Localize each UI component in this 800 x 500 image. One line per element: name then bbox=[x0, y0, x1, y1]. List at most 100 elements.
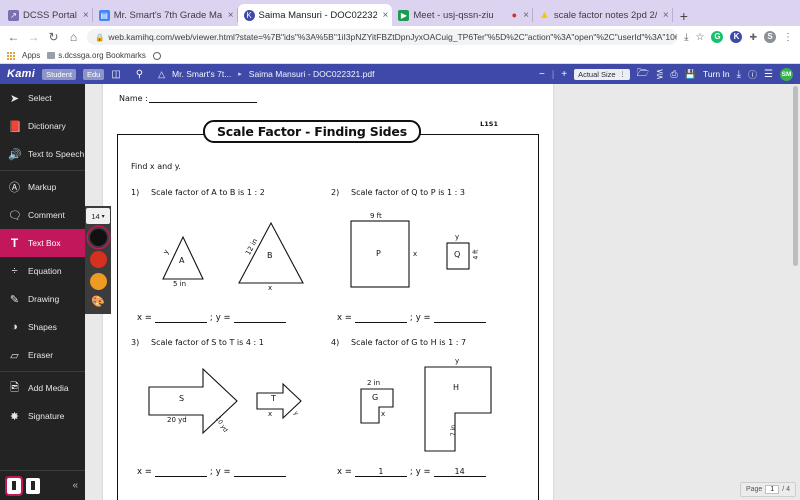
browser-tab[interactable]: ▤ Mr. Smart's 7th Grade Math 2n × bbox=[93, 4, 238, 26]
tool-text-box[interactable]: T Text Box bbox=[0, 229, 85, 257]
tab-close-icon[interactable]: × bbox=[381, 10, 389, 21]
page-status-bar: Page 1 / 4 bbox=[739, 482, 796, 497]
large-top-label: 9 ft bbox=[370, 212, 382, 220]
tab-divider bbox=[671, 8, 673, 22]
problem-prompt-row: 2) Scale factor of Q to P is 1 : 3 bbox=[331, 188, 531, 197]
x-answer-input[interactable] bbox=[354, 312, 407, 323]
font-size-select[interactable]: 14 ▾ bbox=[86, 208, 110, 224]
print-icon[interactable]: ⎙ bbox=[671, 69, 678, 80]
back-icon[interactable]: ← bbox=[7, 30, 20, 44]
zoom-in-button[interactable]: + bbox=[561, 69, 567, 80]
vertical-scrollbar[interactable] bbox=[793, 86, 798, 266]
browser-tab[interactable]: ↗ DCSS Portal × bbox=[2, 4, 93, 26]
turn-in-button[interactable]: Turn In bbox=[703, 69, 730, 79]
apps-grid-icon[interactable] bbox=[7, 51, 15, 60]
browser-tab-active[interactable]: K Saima Mansuri - DOC022321.p × bbox=[237, 4, 393, 26]
problem-number: 1) bbox=[131, 188, 140, 197]
name-input-line[interactable] bbox=[148, 94, 257, 103]
book-icon: 📕 bbox=[8, 120, 22, 133]
tool-drawing[interactable]: ✎ Drawing bbox=[0, 285, 85, 313]
bookmark-star-icon[interactable]: ☆ bbox=[695, 32, 704, 43]
tool-select[interactable]: ➤ Select bbox=[0, 84, 85, 112]
address-bar[interactable]: 🔒 web.kamihq.com/web/viewer.html?state=%… bbox=[87, 29, 678, 45]
x-answer-input[interactable]: 1 bbox=[354, 466, 407, 477]
new-tab-button[interactable]: + bbox=[673, 8, 695, 26]
problem-prompt: Scale factor of G to H is 1 : 7 bbox=[351, 338, 467, 347]
apps-label[interactable]: Apps bbox=[22, 51, 40, 60]
kami-icon: K bbox=[243, 9, 255, 21]
home-icon[interactable]: ⌂ bbox=[67, 30, 80, 44]
page-number-input[interactable]: 1 bbox=[765, 485, 780, 494]
chrome-menu-icon[interactable]: ⋮ bbox=[783, 32, 793, 43]
search-icon[interactable]: ⚲ bbox=[136, 69, 143, 80]
tool-shapes[interactable]: ◑ Shapes bbox=[0, 313, 85, 341]
browser-tab[interactable]: ▲ scale factor notes 2pd 2/23 - G × bbox=[533, 4, 673, 26]
x-answer-input[interactable] bbox=[154, 466, 207, 477]
bookmarks-bar: Apps s.dcssga.org Bookmarks bbox=[0, 48, 800, 64]
zoom-level-select[interactable]: Actual Size ⋮ bbox=[574, 68, 630, 80]
markup-icon: Ⓐ bbox=[9, 182, 20, 194]
tool-eraser[interactable]: ▱ Eraser bbox=[0, 341, 85, 369]
problem-2: 2) Scale factor of Q to P is 1 : 3 P Q 9… bbox=[331, 188, 531, 323]
red-swatch[interactable] bbox=[89, 251, 107, 268]
save-icon[interactable]: 💾 bbox=[685, 69, 696, 80]
drive-icon[interactable]: △ bbox=[158, 69, 165, 80]
split-view-icon[interactable]: ◫ bbox=[111, 69, 120, 80]
avatar[interactable]: SM bbox=[780, 67, 793, 81]
orange-swatch[interactable] bbox=[89, 273, 107, 290]
tab-close-icon[interactable]: × bbox=[661, 10, 669, 21]
tab-title: Meet - usj-qssn-ziu bbox=[413, 9, 494, 21]
open-file-icon[interactable]: 🗁 bbox=[637, 66, 649, 83]
forward-icon[interactable]: → bbox=[27, 30, 40, 44]
tool-markup[interactable]: Ⓐ Markup bbox=[0, 173, 85, 201]
tab-close-icon[interactable]: × bbox=[226, 10, 234, 21]
double-page-icon[interactable] bbox=[26, 477, 40, 494]
tool-signature[interactable]: ✸ Signature bbox=[0, 402, 85, 430]
y-answer-input[interactable] bbox=[233, 312, 286, 323]
small-top-label: y bbox=[455, 233, 460, 241]
share-icon[interactable]: ⋚ bbox=[656, 69, 664, 80]
menu-icon[interactable]: ☰ bbox=[764, 69, 773, 80]
y-answer-input[interactable]: 14 bbox=[433, 466, 486, 477]
reload-icon[interactable]: ↻ bbox=[47, 30, 60, 44]
tool-add-media[interactable]: 🖻 Add Media bbox=[0, 374, 85, 402]
shape-label-large: S bbox=[179, 394, 185, 403]
kami-body: ➤ Select 📕 Dictionary 🔊 Text to Speech Ⓐ… bbox=[0, 84, 800, 500]
x-label: x = bbox=[337, 313, 352, 323]
tab-close-icon[interactable]: × bbox=[521, 10, 529, 21]
pdf-page[interactable]: Name : Scale Factor - Finding Sides L1S1… bbox=[103, 84, 553, 500]
eraser-icon: ▱ bbox=[10, 349, 19, 362]
kami-extension-icon[interactable]: K bbox=[730, 31, 743, 43]
download-icon[interactable]: ⤓ bbox=[737, 69, 741, 80]
help-icon[interactable]: ⓘ bbox=[748, 68, 757, 81]
globe-icon[interactable] bbox=[152, 51, 161, 60]
document-title: Saima Mansuri - DOC022321.pdf bbox=[248, 69, 375, 79]
tool-comment[interactable]: 🗨 Comment bbox=[0, 201, 85, 229]
tool-text-to-speech[interactable]: 🔊 Text to Speech bbox=[0, 140, 85, 168]
grammarly-extension-icon[interactable]: G bbox=[711, 31, 724, 43]
y-answer-input[interactable] bbox=[233, 466, 286, 477]
tab-close-icon[interactable]: × bbox=[81, 10, 89, 21]
tool-equation[interactable]: ÷ Equation bbox=[0, 257, 85, 285]
y-answer-input[interactable] bbox=[433, 312, 486, 323]
palette-icon[interactable]: 🎨 bbox=[91, 295, 105, 308]
breadcrumb-folder[interactable]: Mr. Smart's 7t... bbox=[172, 69, 231, 79]
x-answer-input[interactable] bbox=[154, 312, 207, 323]
tool-label: Text to Speech bbox=[28, 149, 85, 159]
tab-strip: ↗ DCSS Portal × ▤ Mr. Smart's 7th Grade … bbox=[0, 0, 800, 26]
edu-badge: Edu bbox=[82, 68, 105, 80]
document-viewport[interactable]: Name : Scale Factor - Finding Sides L1S1… bbox=[85, 84, 800, 500]
browser-tab[interactable]: ▶ Meet - usj-qssn-ziu ● × bbox=[392, 4, 533, 26]
zoom-out-button[interactable]: − bbox=[539, 69, 545, 80]
answer-row: x = 1 ; y = 14 bbox=[337, 466, 486, 477]
problem-4: 4) Scale factor of G to H is 1 : 7 G H 2… bbox=[331, 338, 531, 477]
puzzle-extensions-icon[interactable]: ✚ bbox=[749, 32, 757, 43]
collapse-sidebar-icon[interactable]: « bbox=[72, 480, 78, 491]
tool-dictionary[interactable]: 📕 Dictionary bbox=[0, 112, 85, 140]
page-title: Scale Factor - Finding Sides bbox=[203, 120, 421, 143]
install-icon[interactable]: ⤓ bbox=[684, 32, 688, 43]
bookmark-item[interactable]: s.dcssga.org Bookmarks bbox=[47, 51, 146, 60]
black-swatch[interactable] bbox=[89, 229, 107, 246]
single-page-icon[interactable] bbox=[5, 475, 23, 496]
profile-avatar-icon[interactable]: S bbox=[764, 31, 776, 43]
